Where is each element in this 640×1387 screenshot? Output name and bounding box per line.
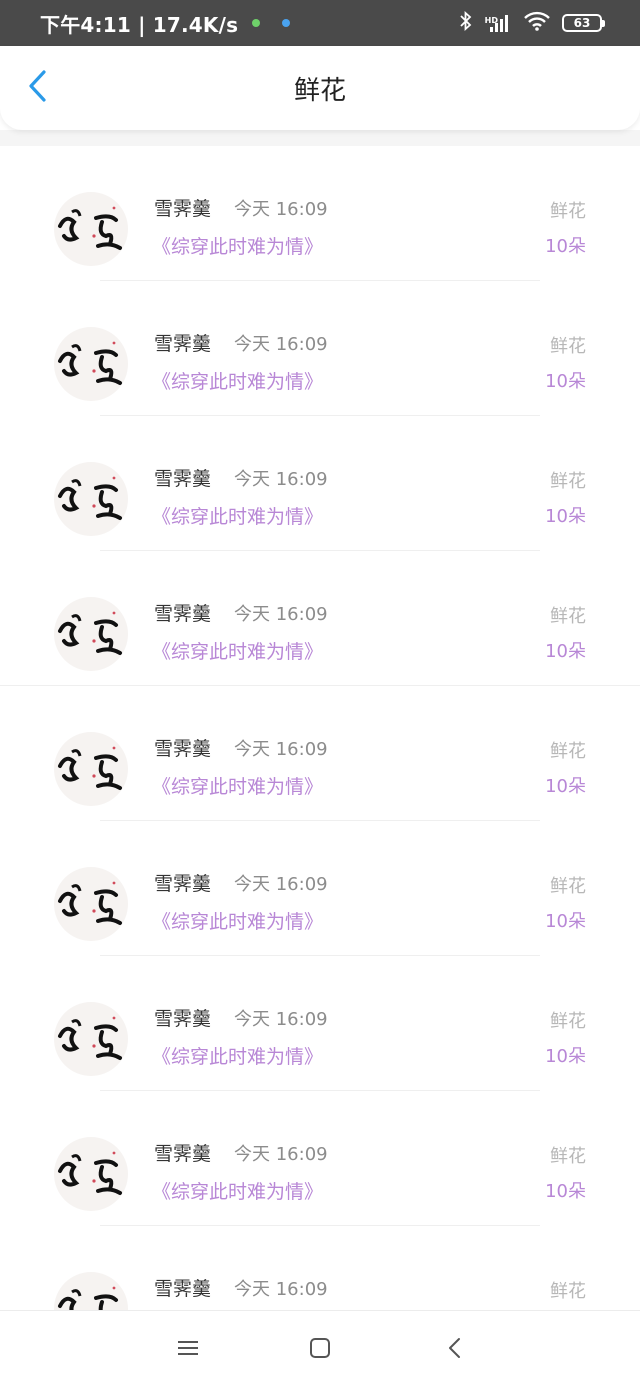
sender-name: 雪霁羹 (154, 1278, 212, 1300)
flower-gift-list: 雪霁羹 今天 16:09 《综穿此时难为情》 鲜花 10朵 雪霁羹 今天 16:… (0, 146, 640, 1310)
gift-type-label: 鲜花 (550, 876, 586, 897)
system-back-icon (447, 1337, 463, 1363)
system-nav-bar (0, 1310, 640, 1387)
gift-time: 今天 16:09 (234, 1009, 328, 1030)
menu-button[interactable] (173, 1335, 203, 1365)
gift-type-label: 鲜花 (550, 741, 586, 762)
status-left: 下午4:11 | 17.4K/s (40, 9, 291, 38)
avatar[interactable] (54, 867, 128, 941)
gift-count: 10朵 (545, 776, 586, 797)
avatar[interactable] (54, 192, 128, 266)
book-title-link[interactable]: 《综穿此时难为情》 (152, 502, 323, 529)
list-item[interactable]: 雪霁羹 今天 16:09 鲜花 (0, 1226, 640, 1310)
gift-type-label: 鲜花 (550, 1281, 586, 1302)
avatar[interactable] (54, 732, 128, 806)
gift-time: 今天 16:09 (234, 604, 328, 625)
wifi-icon (524, 11, 550, 35)
book-title-link[interactable]: 《综穿此时难为情》 (152, 1177, 323, 1204)
gift-type-label: 鲜花 (550, 471, 586, 492)
book-title-link[interactable]: 《综穿此时难为情》 (152, 907, 323, 934)
bluetooth-icon (459, 10, 473, 35)
gift-type-label: 鲜花 (550, 606, 586, 627)
book-title-link[interactable]: 《综穿此时难为情》 (152, 1042, 323, 1069)
book-title-link[interactable]: 《综穿此时难为情》 (152, 772, 323, 799)
hd-label: HD (484, 16, 498, 25)
gift-count: 10朵 (545, 641, 586, 662)
gift-count: 10朵 (545, 1046, 586, 1067)
book-title-link[interactable]: 《综穿此时难为情》 (152, 232, 323, 259)
avatar[interactable] (54, 1272, 128, 1310)
sender-name: 雪霁羹 (154, 333, 212, 355)
gift-count: 10朵 (545, 911, 586, 932)
gift-time: 今天 16:09 (234, 334, 328, 355)
gift-count: 10朵 (545, 236, 586, 257)
home-button[interactable] (305, 1335, 335, 1365)
status-bar: 下午4:11 | 17.4K/s HD 63 (0, 0, 640, 46)
avatar[interactable] (54, 327, 128, 401)
gift-time: 今天 16:09 (234, 1144, 328, 1165)
header-gap (0, 130, 640, 146)
book-title-link[interactable]: 《综穿此时难为情》 (152, 367, 323, 394)
gift-type-label: 鲜花 (550, 336, 586, 357)
avatar[interactable] (54, 1137, 128, 1211)
avatar[interactable] (54, 597, 128, 671)
gift-type-label: 鲜花 (550, 201, 586, 222)
list-item[interactable]: 雪霁羹 今天 16:09 《综穿此时难为情》 鲜花 10朵 (0, 416, 640, 551)
list-item[interactable]: 雪霁羹 今天 16:09 《综穿此时难为情》 鲜花 10朵 (0, 146, 640, 281)
status-time-speed: 下午4:11 | 17.4K/s (40, 12, 239, 37)
list-item[interactable]: 雪霁羹 今天 16:09 《综穿此时难为情》 鲜花 10朵 (0, 686, 640, 821)
home-square-icon (309, 1337, 331, 1363)
list-item[interactable]: 雪霁羹 今天 16:09 《综穿此时难为情》 鲜花 10朵 (0, 956, 640, 1091)
gift-time: 今天 16:09 (234, 739, 328, 760)
battery-icon: 63 (562, 14, 605, 32)
status-right: HD 63 (459, 10, 605, 35)
gift-time: 今天 16:09 (234, 874, 328, 895)
sender-name: 雪霁羹 (154, 1008, 212, 1030)
signal-icon: HD (485, 14, 512, 32)
green-dot-icon (252, 19, 261, 27)
gift-type-label: 鲜花 (550, 1011, 586, 1032)
sender-name: 雪霁羹 (154, 1143, 212, 1165)
sender-name: 雪霁羹 (154, 603, 212, 625)
back-button[interactable] (18, 68, 58, 108)
avatar[interactable] (54, 462, 128, 536)
list-item[interactable]: 雪霁羹 今天 16:09 《综穿此时难为情》 鲜花 10朵 (0, 281, 640, 416)
gift-time: 今天 16:09 (234, 469, 328, 490)
gift-time: 今天 16:09 (234, 1279, 328, 1300)
system-back-button[interactable] (440, 1335, 470, 1365)
gift-type-label: 鲜花 (550, 1146, 586, 1167)
book-title-link[interactable]: 《综穿此时难为情》 (152, 637, 323, 664)
sender-name: 雪霁羹 (154, 198, 212, 220)
blue-dot-icon (282, 19, 291, 27)
gift-count: 10朵 (545, 506, 586, 527)
page-title: 鲜花 (293, 75, 346, 106)
sender-name: 雪霁羹 (154, 873, 212, 895)
gift-count: 10朵 (545, 371, 586, 392)
chevron-left-icon (27, 69, 49, 107)
list-item[interactable]: 雪霁羹 今天 16:09 《综穿此时难为情》 鲜花 10朵 (0, 551, 640, 686)
sender-name: 雪霁羹 (154, 468, 212, 490)
gift-time: 今天 16:09 (234, 199, 328, 220)
menu-icon (177, 1339, 199, 1361)
list-item[interactable]: 雪霁羹 今天 16:09 《综穿此时难为情》 鲜花 10朵 (0, 1091, 640, 1226)
list-item[interactable]: 雪霁羹 今天 16:09 《综穿此时难为情》 鲜花 10朵 (0, 821, 640, 956)
gift-count: 10朵 (545, 1181, 586, 1202)
avatar[interactable] (54, 1002, 128, 1076)
sender-name: 雪霁羹 (154, 738, 212, 760)
header-bar: 鲜花 (0, 46, 640, 130)
